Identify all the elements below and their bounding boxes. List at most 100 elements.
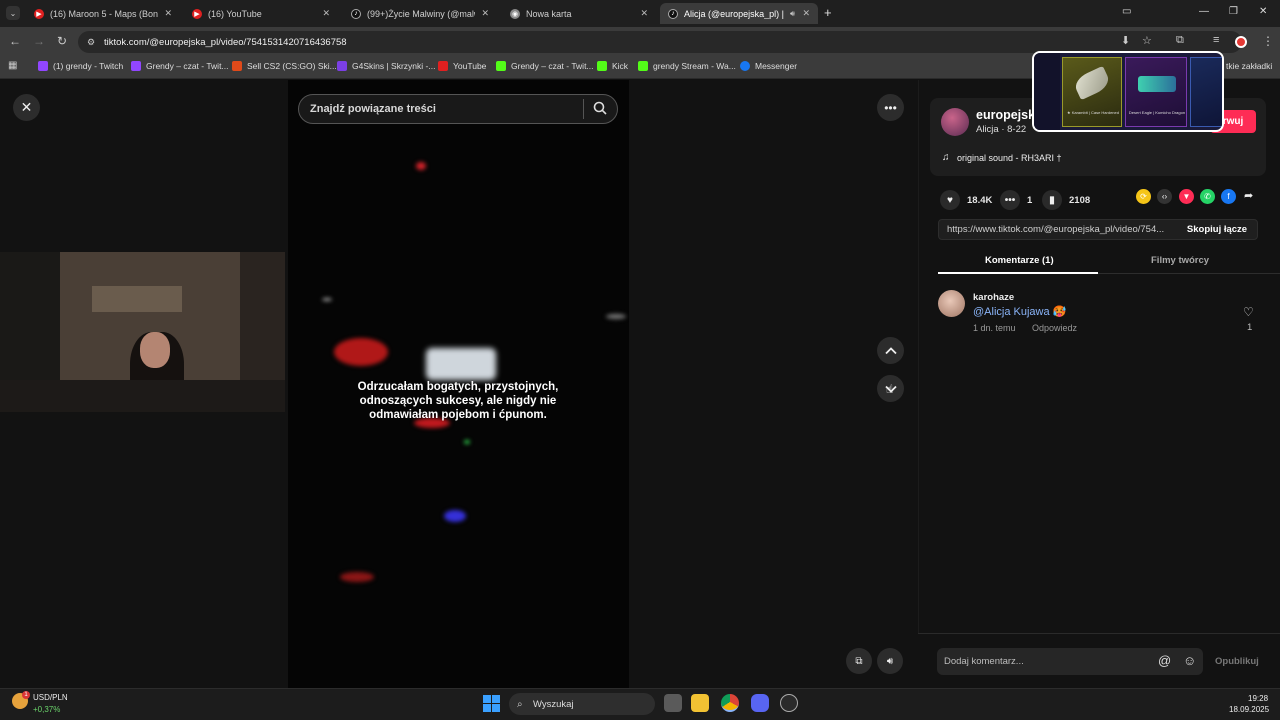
heart-icon: ♥ (940, 190, 960, 210)
close-video-button[interactable]: ✕ (13, 94, 40, 121)
tab-title: (99+)Życie Malwiny (@malwina (367, 8, 475, 19)
repost-icon[interactable]: ⟳ (1136, 189, 1151, 204)
tab-creator-videos[interactable]: Filmy twórcy (1151, 255, 1209, 266)
publish-button[interactable]: Opublikuj (1215, 656, 1259, 667)
tab-group-icon[interactable]: ▭ (1122, 6, 1131, 17)
bookmark-label: G4Skins | Skrzynki -... (352, 61, 436, 71)
steam-icon[interactable] (780, 694, 798, 712)
video-light-spot (606, 314, 626, 319)
floating-player-icon: ⧉ (855, 655, 863, 667)
bookmark-item[interactable]: YouTube (438, 61, 486, 71)
bookmark-item[interactable]: Grendy – czat - Twit... (496, 61, 594, 71)
tab-comments[interactable]: Komentarze (1) (985, 255, 1054, 266)
speaker-icon: 🔊︎ (886, 655, 894, 667)
browser-tab[interactable]: ▶ (16) Maroon 5 - Maps (Bonne N ✕ (26, 3, 180, 24)
install-app-icon[interactable]: ⬇ (1121, 34, 1130, 47)
bookmark-item[interactable]: Kick (597, 61, 628, 71)
comment-like-count: 1 (1247, 322, 1253, 333)
clock-time[interactable]: 19:28 (1248, 694, 1268, 703)
speaker-icon[interactable]: 🔊︎ (790, 9, 795, 19)
maximize-button[interactable]: ❐ (1229, 6, 1238, 17)
comment-like-icon[interactable]: ♡ (1243, 305, 1254, 319)
embed-icon[interactable]: ‹› (1157, 189, 1172, 204)
video-light-spot (444, 510, 466, 522)
browser-tab-active[interactable]: ♪ Alicja (@europejska_pl) | Tik 🔊︎ ✕ (660, 3, 818, 24)
browser-tab[interactable]: ♪ (99+)Życie Malwiny (@malwina ✕ (343, 3, 497, 24)
previous-video-button[interactable] (877, 337, 904, 364)
ad-card: Desert Eagle | Kumicho Dragon (1125, 57, 1187, 127)
commenter-avatar[interactable] (938, 290, 965, 317)
site-info-icon[interactable]: ⚙ (87, 37, 95, 48)
related-search-input[interactable]: Znajdź powiązane treści (298, 94, 618, 124)
task-view-icon[interactable] (664, 694, 682, 712)
close-icon[interactable]: ✕ (322, 8, 330, 19)
bookmark-star-icon[interactable]: ☆ (1142, 34, 1152, 47)
webcam-face (140, 332, 170, 368)
emoji-icon[interactable]: ☺ (1183, 653, 1196, 668)
menu-icon[interactable]: ⋮ (1262, 34, 1274, 48)
bookmark-item[interactable]: Messenger (740, 61, 797, 71)
bookmark-item[interactable]: Sell CS2 (CS:GO) Ski... (232, 61, 337, 71)
close-icon[interactable]: ✕ (164, 8, 172, 19)
minimize-button[interactable]: — (1199, 6, 1209, 17)
messenger-icon (740, 61, 750, 71)
facebook-icon[interactable]: f (1221, 189, 1236, 204)
tab-search-button[interactable]: ⌄ (6, 6, 20, 20)
save-stat[interactable]: ▮ 2108 (1042, 190, 1090, 210)
media-control-icon[interactable]: ≡ (1213, 34, 1219, 46)
new-tab-button[interactable]: + (824, 5, 832, 20)
pistol-image-icon (1138, 76, 1176, 92)
bookmark-item[interactable]: Grendy – czat - Twit... (131, 61, 229, 71)
address-bar[interactable]: ⚙ tiktok.com/@europejska_pl/video/754153… (78, 31, 1242, 53)
taskbar-search[interactable]: ⌕ Wyszukaj (509, 693, 655, 715)
reply-button[interactable]: Odpowiedz (1032, 323, 1077, 333)
apps-icon[interactable]: ▦ (8, 60, 17, 71)
like-stat[interactable]: ♥ 18.4K (940, 190, 992, 210)
sound-link[interactable]: original sound - RH3ARI † (957, 153, 1062, 163)
windows-start-icon[interactable] (483, 695, 500, 712)
ticker-label[interactable]: USD/PLN (33, 693, 68, 702)
bookmark-label: Grendy – czat - Twit... (146, 61, 229, 71)
active-tab-indicator (938, 272, 1098, 274)
file-explorer-icon[interactable] (691, 694, 709, 712)
comment-username[interactable]: karohaze (973, 292, 1014, 303)
copy-link-button[interactable]: Skopiuj łącze (1176, 219, 1258, 240)
ad-card-label: Desert Eagle | Kumicho Dragon (1128, 110, 1186, 115)
profile-avatar[interactable] (1235, 36, 1247, 48)
video-light-spot (464, 440, 470, 444)
reload-icon[interactable]: ↻ (57, 34, 67, 48)
send-icon[interactable]: ▼ (1179, 189, 1194, 204)
discord-icon[interactable] (751, 694, 769, 712)
back-icon[interactable]: ← (9, 34, 21, 48)
clock-date[interactable]: 18.09.2025 (1229, 705, 1269, 714)
like-count: 18.4K (967, 194, 993, 206)
search-icon[interactable] (592, 100, 608, 116)
more-options-button[interactable]: ••• (877, 94, 904, 121)
skin-market-icon (232, 61, 242, 71)
whatsapp-icon[interactable]: ✆ (1200, 189, 1215, 204)
all-bookmarks[interactable]: tkie zakładki (1226, 61, 1272, 71)
browser-tab[interactable]: ▶ (16) YouTube ✕ (184, 3, 338, 24)
share-icon[interactable]: ➦ (1244, 189, 1253, 202)
chrome-taskbar-icon[interactable] (721, 694, 739, 712)
bookmark-item[interactable]: (1) grendy - Twitch (38, 61, 123, 71)
creator-avatar[interactable] (941, 108, 969, 136)
extensions-icon[interactable]: ⧉ (1176, 34, 1184, 47)
video-light-spot (334, 338, 388, 366)
close-icon[interactable]: ✕ (802, 8, 810, 19)
close-icon[interactable]: ✕ (640, 8, 648, 19)
tab-title: (16) Maroon 5 - Maps (Bonne N (50, 8, 158, 19)
video-light-spot (426, 348, 496, 380)
close-window-button[interactable]: ✕ (1259, 6, 1267, 17)
forward-icon[interactable]: → (33, 34, 45, 48)
pip-button[interactable]: ⧉ (846, 648, 872, 674)
volume-button[interactable]: 🔊︎ (877, 648, 903, 674)
browser-tab[interactable]: ◉ Nowa karta ✕ (502, 3, 656, 24)
floating-ad-preview[interactable]: ★ Karambit | Case Hardened Desert Eagle … (1032, 51, 1224, 132)
close-icon[interactable]: ✕ (481, 8, 489, 19)
comment-stat[interactable]: ••• 1 (1000, 190, 1032, 210)
mention-icon[interactable]: @ (1158, 653, 1171, 668)
bookmark-item[interactable]: grendy Stream - Wa... (638, 61, 736, 71)
twitch-icon (38, 61, 48, 71)
bookmark-item[interactable]: G4Skins | Skrzynki -... (337, 61, 435, 71)
